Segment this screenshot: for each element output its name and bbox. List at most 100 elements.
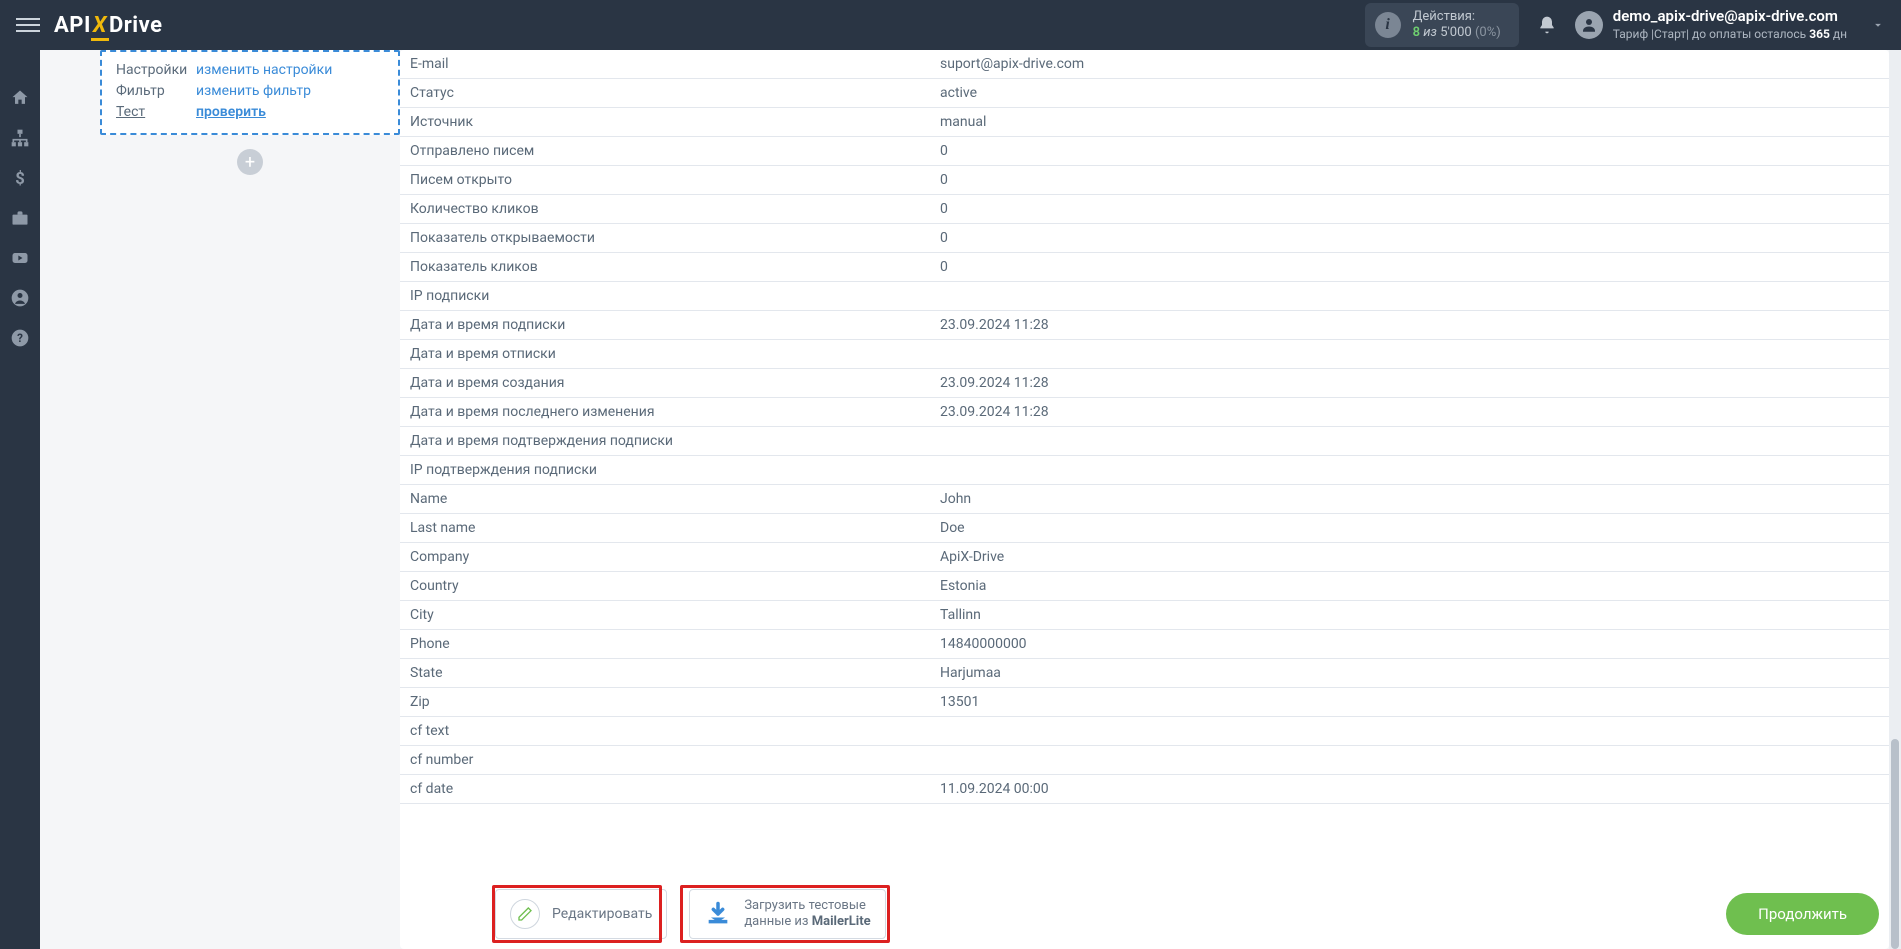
user-plan: Тариф |Старт| до оплаты осталось 365 дн bbox=[1613, 27, 1847, 43]
field-name: Last name bbox=[400, 514, 930, 543]
field-value: active bbox=[930, 79, 1889, 108]
field-name: Источник bbox=[400, 108, 930, 137]
actions-total: 5'000 bbox=[1440, 25, 1472, 40]
home-icon[interactable] bbox=[10, 88, 30, 108]
field-value bbox=[930, 456, 1889, 485]
field-name: Показатель открываемости bbox=[400, 224, 930, 253]
field-name: Дата и время последнего изменения bbox=[400, 398, 930, 427]
logo-text-api: API bbox=[54, 13, 91, 38]
card-row: Настройкиизменить настройки bbox=[116, 60, 384, 81]
field-name: Дата и время подтверждения подписки bbox=[400, 427, 930, 456]
actions-pct: (0%) bbox=[1475, 25, 1501, 40]
table-row: Phone14840000000 bbox=[400, 630, 1889, 659]
edit-button[interactable]: Редактировать bbox=[495, 889, 667, 939]
field-value: Harjumaa bbox=[930, 659, 1889, 688]
field-value: 23.09.2024 11:28 bbox=[930, 369, 1889, 398]
field-value: 13501 bbox=[930, 688, 1889, 717]
field-name: Zip bbox=[400, 688, 930, 717]
card-row-link[interactable]: изменить фильтр bbox=[196, 81, 311, 102]
table-row: Дата и время подтверждения подписки bbox=[400, 427, 1889, 456]
video-icon[interactable] bbox=[10, 248, 30, 268]
user-circle-icon[interactable] bbox=[10, 288, 30, 308]
table-row: cf date11.09.2024 00:00 bbox=[400, 775, 1889, 804]
svg-text:$: $ bbox=[15, 170, 25, 188]
table-row: Zip13501 bbox=[400, 688, 1889, 717]
table-row: E-mailsuport@apix-drive.com bbox=[400, 50, 1889, 79]
field-value: John bbox=[930, 485, 1889, 514]
field-value bbox=[930, 282, 1889, 311]
table-row: IP подписки bbox=[400, 282, 1889, 311]
field-value bbox=[930, 340, 1889, 369]
card-row-link[interactable]: изменить настройки bbox=[196, 60, 332, 81]
actions-count: 8 bbox=[1413, 25, 1420, 40]
table-row: NameJohn bbox=[400, 485, 1889, 514]
scrollbar[interactable] bbox=[1889, 50, 1901, 949]
footer-bar: Редактировать Загрузить тестовые данные … bbox=[495, 889, 1879, 939]
table-row: Дата и время создания23.09.2024 11:28 bbox=[400, 369, 1889, 398]
briefcase-icon[interactable] bbox=[10, 208, 30, 228]
field-name: Country bbox=[400, 572, 930, 601]
field-name: State bbox=[400, 659, 930, 688]
field-value bbox=[930, 746, 1889, 775]
add-button[interactable]: + bbox=[237, 149, 263, 175]
top-header: APIXDrive i Действия: 8 из 5'000 (0%) de… bbox=[0, 0, 1901, 50]
edit-button-label: Редактировать bbox=[552, 906, 652, 922]
help-icon[interactable]: ? bbox=[10, 328, 30, 348]
avatar[interactable] bbox=[1575, 11, 1603, 39]
logo-text-x: X bbox=[91, 13, 109, 41]
table-row: CompanyApiX-Drive bbox=[400, 543, 1889, 572]
card-row: Фильтризменить фильтр bbox=[116, 81, 384, 102]
field-name: Писем открыто bbox=[400, 166, 930, 195]
continue-button[interactable]: Продолжить bbox=[1726, 893, 1879, 935]
table-row: cf text bbox=[400, 717, 1889, 746]
field-value: 0 bbox=[930, 195, 1889, 224]
field-value: suport@apix-drive.com bbox=[930, 50, 1889, 79]
chevron-down-icon[interactable] bbox=[1871, 18, 1885, 32]
field-value: ApiX-Drive bbox=[930, 543, 1889, 572]
menu-toggle-icon[interactable] bbox=[16, 13, 40, 37]
load-test-data-button[interactable]: Загрузить тестовые данные из MailerLite bbox=[689, 889, 885, 939]
actions-text: Действия: 8 из 5'000 (0%) bbox=[1413, 9, 1501, 40]
actions-label: Действия: bbox=[1413, 9, 1501, 25]
field-value: Tallinn bbox=[930, 601, 1889, 630]
content-area: Настройкиизменить настройкиФильтризменит… bbox=[40, 50, 1901, 949]
user-block[interactable]: demo_apix-drive@apix-drive.com Тариф |Ст… bbox=[1613, 7, 1847, 42]
table-row: Дата и время подписки23.09.2024 11:28 bbox=[400, 311, 1889, 340]
field-name: IP подтверждения подписки bbox=[400, 456, 930, 485]
field-name: Дата и время подписки bbox=[400, 311, 930, 340]
actions-widget[interactable]: i Действия: 8 из 5'000 (0%) bbox=[1365, 3, 1519, 46]
field-value: 0 bbox=[930, 224, 1889, 253]
table-row: Дата и время последнего изменения23.09.2… bbox=[400, 398, 1889, 427]
table-row: cf number bbox=[400, 746, 1889, 775]
field-value: Doe bbox=[930, 514, 1889, 543]
field-value: 0 bbox=[930, 166, 1889, 195]
field-value: 14840000000 bbox=[930, 630, 1889, 659]
field-name: City bbox=[400, 601, 930, 630]
table-row: Источникmanual bbox=[400, 108, 1889, 137]
bell-icon[interactable] bbox=[1537, 15, 1557, 35]
field-value: 0 bbox=[930, 137, 1889, 166]
sitemap-icon[interactable] bbox=[10, 128, 30, 148]
field-name: cf text bbox=[400, 717, 930, 746]
info-icon: i bbox=[1375, 12, 1401, 38]
actions-of: из bbox=[1423, 25, 1437, 40]
data-table: E-mailsuport@apix-drive.comСтатусactiveИ… bbox=[400, 50, 1889, 804]
card-row-label: Тест bbox=[116, 102, 196, 123]
user-icon bbox=[1580, 16, 1598, 34]
sidebar: $ ? bbox=[0, 50, 40, 949]
logo[interactable]: APIXDrive bbox=[54, 13, 163, 38]
table-row: Писем открыто0 bbox=[400, 166, 1889, 195]
dollar-icon[interactable]: $ bbox=[10, 168, 30, 188]
field-name: cf number bbox=[400, 746, 930, 775]
card-row-link[interactable]: проверить bbox=[196, 102, 266, 123]
field-value: 23.09.2024 11:28 bbox=[930, 311, 1889, 340]
download-icon bbox=[704, 900, 732, 928]
pencil-icon bbox=[517, 906, 533, 922]
table-row: Last nameDoe bbox=[400, 514, 1889, 543]
field-value: 11.09.2024 00:00 bbox=[930, 775, 1889, 804]
field-name: Дата и время создания bbox=[400, 369, 930, 398]
left-panel: Настройкиизменить настройкиФильтризменит… bbox=[40, 50, 400, 949]
field-value bbox=[930, 717, 1889, 746]
table-row: Количество кликов0 bbox=[400, 195, 1889, 224]
field-value: 0 bbox=[930, 253, 1889, 282]
